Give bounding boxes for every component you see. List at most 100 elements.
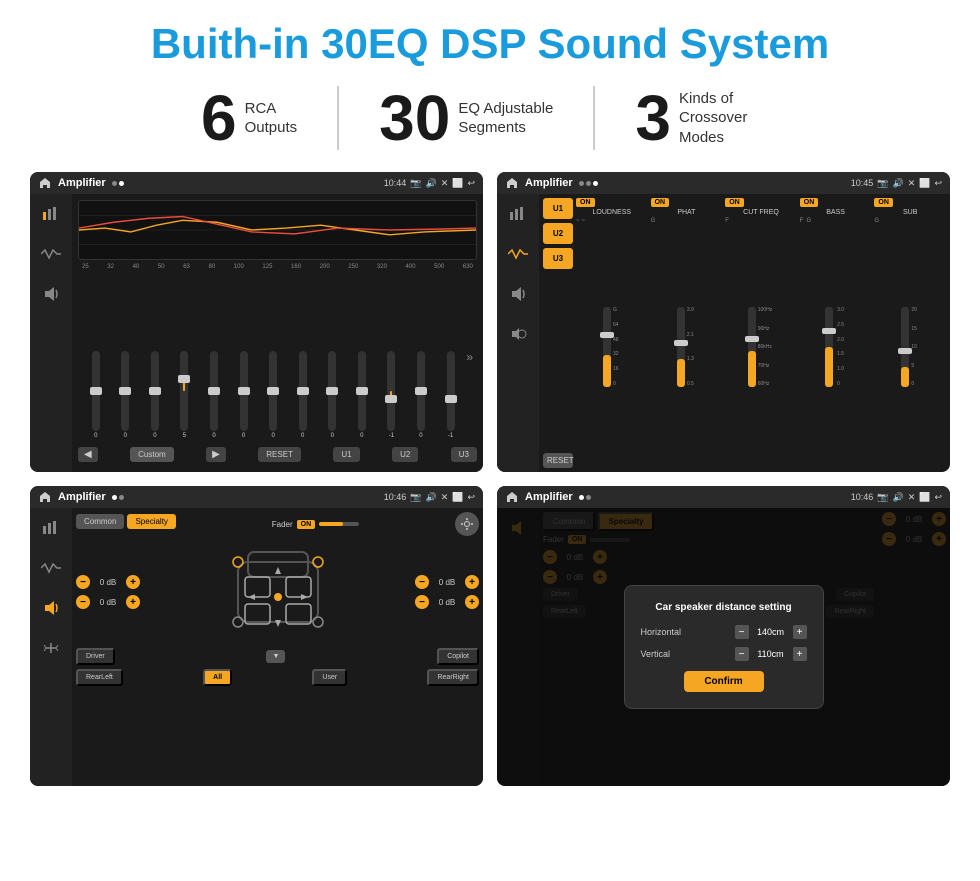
dialog-box: Car speaker distance setting Horizontal …	[624, 585, 824, 709]
user-btn[interactable]: User	[312, 669, 347, 686]
eq-slider-4: 5	[171, 351, 199, 439]
horizontal-control: − 140cm +	[735, 625, 807, 639]
dialog-horizontal-row: Horizontal − 140cm +	[641, 625, 807, 639]
position-buttons-2: RearLeft All User RearRight	[76, 669, 479, 686]
eq-sidebar-wave-icon[interactable]	[37, 240, 65, 268]
all-btn[interactable]: All	[203, 669, 232, 686]
crossover-channels: ON LOUDNESS ~~ G	[576, 198, 946, 468]
speaker-sidebar-wave-icon[interactable]	[37, 554, 65, 582]
crossover-sidebar-volume-icon[interactable]	[504, 320, 532, 348]
loudness-on-badge[interactable]: ON	[576, 198, 595, 207]
preset-u1-btn[interactable]: U1	[543, 198, 573, 219]
cutfreq-slider[interactable]	[748, 307, 756, 387]
db4-minus-btn[interactable]: −	[415, 595, 429, 609]
crossover-sidebar-eq-icon[interactable]	[504, 200, 532, 228]
crossover-main: U1 U2 U3 RESET ON LOUDNESS	[539, 194, 950, 472]
car-diagram-area	[146, 542, 409, 642]
eq-u1-btn[interactable]: U1	[333, 447, 359, 462]
crossover-presets: U1 U2 U3 RESET	[543, 198, 573, 468]
crossover-sidebar-speaker-icon[interactable]	[504, 280, 532, 308]
crossover-screen: Amplifier 10:45 📷 🔊 ✕ ⬜ ↩	[497, 172, 950, 472]
cutfreq-on-badge[interactable]: ON	[725, 198, 744, 207]
eq-u2-btn[interactable]: U2	[392, 447, 418, 462]
stat-crossover: 3 Kinds ofCrossover Modes	[595, 86, 819, 150]
left-db-controls: − 0 dB + − 0 dB +	[76, 575, 140, 609]
speaker-distance-screen: Amplifier 10:46 📷 🔊 ✕ ⬜ ↩	[497, 486, 950, 786]
screens-grid: Amplifier 10:44 📷 🔊 ✕ ⬜ ↩	[30, 172, 950, 786]
horizontal-minus-btn[interactable]: −	[735, 625, 749, 639]
eq-left-sidebar	[30, 194, 72, 472]
speaker-sidebar-eq-icon[interactable]	[37, 514, 65, 542]
eq-next-btn[interactable]: ▶	[206, 447, 226, 462]
preset-u2-btn[interactable]: U2	[543, 223, 573, 244]
channel-sub: ON SUB G 20 15	[874, 198, 946, 468]
crossover-status-bar: Amplifier 10:45 📷 🔊 ✕ ⬜ ↩	[497, 172, 950, 194]
speaker-sidebar-speaker-icon[interactable]	[37, 594, 65, 622]
fader-on-badge[interactable]: ON	[297, 520, 316, 529]
position-buttons: Driver ▼ Copilot	[76, 648, 479, 665]
speaker-left-sidebar	[30, 508, 72, 786]
speaker-screen-content: Common Specialty Fader ON	[30, 508, 483, 786]
eq-custom-btn[interactable]: Custom	[130, 447, 174, 462]
bass-on-badge[interactable]: ON	[800, 198, 819, 207]
eq-bottom-bar: ◀ Custom ▶ RESET U1 U2 U3	[78, 443, 477, 466]
eq-sidebar-eq-icon[interactable]	[37, 200, 65, 228]
fader-slider[interactable]	[319, 522, 359, 526]
speaker-main: Common Specialty Fader ON	[72, 508, 483, 786]
db2-plus-btn[interactable]: +	[126, 595, 140, 609]
eq-screen: Amplifier 10:44 📷 🔊 ✕ ⬜ ↩	[30, 172, 483, 472]
eq-u3-btn[interactable]: U3	[451, 447, 477, 462]
speaker-sidebar-arrows-icon[interactable]	[37, 634, 65, 662]
speaker-home-icon	[38, 490, 52, 504]
confirm-btn[interactable]: Confirm	[684, 671, 764, 692]
eq-prev-btn[interactable]: ◀	[78, 447, 98, 462]
speaker-tabs: Common Specialty	[76, 514, 176, 529]
db-control-2: − 0 dB +	[76, 595, 140, 609]
stat-eq: 30 EQ AdjustableSegments	[339, 86, 595, 150]
fader-section: Fader ON	[272, 520, 359, 529]
db3-plus-btn[interactable]: +	[465, 575, 479, 589]
bass-slider-1[interactable]	[825, 307, 833, 387]
home-icon	[38, 176, 52, 190]
db2-minus-btn[interactable]: −	[76, 595, 90, 609]
stat-rca: 6 RCAOutputs	[161, 86, 339, 150]
eq-graph	[78, 200, 477, 260]
speaker-settings-icon[interactable]	[455, 512, 479, 536]
db1-plus-btn[interactable]: +	[126, 575, 140, 589]
crossover-sidebar-wave-icon[interactable]	[504, 240, 532, 268]
db4-plus-btn[interactable]: +	[465, 595, 479, 609]
tab-common-btn[interactable]: Common	[76, 514, 124, 529]
sub-on-badge[interactable]: ON	[874, 198, 893, 207]
db3-minus-btn[interactable]: −	[415, 575, 429, 589]
phat-slider[interactable]	[677, 307, 685, 387]
channel-bass: ON BASS FG 3.0	[800, 198, 872, 468]
tab-specialty-btn[interactable]: Specialty	[127, 514, 175, 529]
driver-btn[interactable]: Driver	[76, 648, 115, 665]
eq-arrow-right[interactable]: »	[466, 350, 473, 364]
crossover-time: 10:45	[851, 178, 874, 188]
db1-minus-btn[interactable]: −	[76, 575, 90, 589]
center-arrow-down[interactable]: ▼	[266, 650, 285, 663]
speaker-layout-area: − 0 dB + − 0 dB +	[76, 542, 479, 642]
fader-label: Fader	[272, 520, 293, 529]
eq-reset-btn[interactable]: RESET	[258, 447, 301, 462]
eq-slider-10: 0	[348, 351, 376, 439]
channel-phat: ON PHAT G 3.0 2.1	[651, 198, 723, 468]
vertical-minus-btn[interactable]: −	[735, 647, 749, 661]
eq-sidebar-speaker-icon[interactable]	[37, 280, 65, 308]
rearright-btn[interactable]: RearRight	[427, 669, 479, 686]
speaker-app-title: Amplifier	[58, 491, 106, 503]
loudness-slider[interactable]	[603, 307, 611, 387]
crossover-reset-btn[interactable]: RESET	[543, 453, 573, 468]
right-db-controls: − 0 dB + − 0 dB +	[415, 575, 479, 609]
sub-slider[interactable]	[901, 307, 909, 387]
copilot-btn[interactable]: Copilot	[437, 648, 479, 665]
phat-on-badge[interactable]: ON	[651, 198, 670, 207]
channel-loudness: ON LOUDNESS ~~ G	[576, 198, 648, 468]
rearleft-btn[interactable]: RearLeft	[76, 669, 123, 686]
vertical-plus-btn[interactable]: +	[793, 647, 807, 661]
preset-u3-btn[interactable]: U3	[543, 248, 573, 269]
eq-sliders: 0 0 0	[78, 274, 477, 439]
eq-time: 10:44	[384, 178, 407, 188]
horizontal-plus-btn[interactable]: +	[793, 625, 807, 639]
